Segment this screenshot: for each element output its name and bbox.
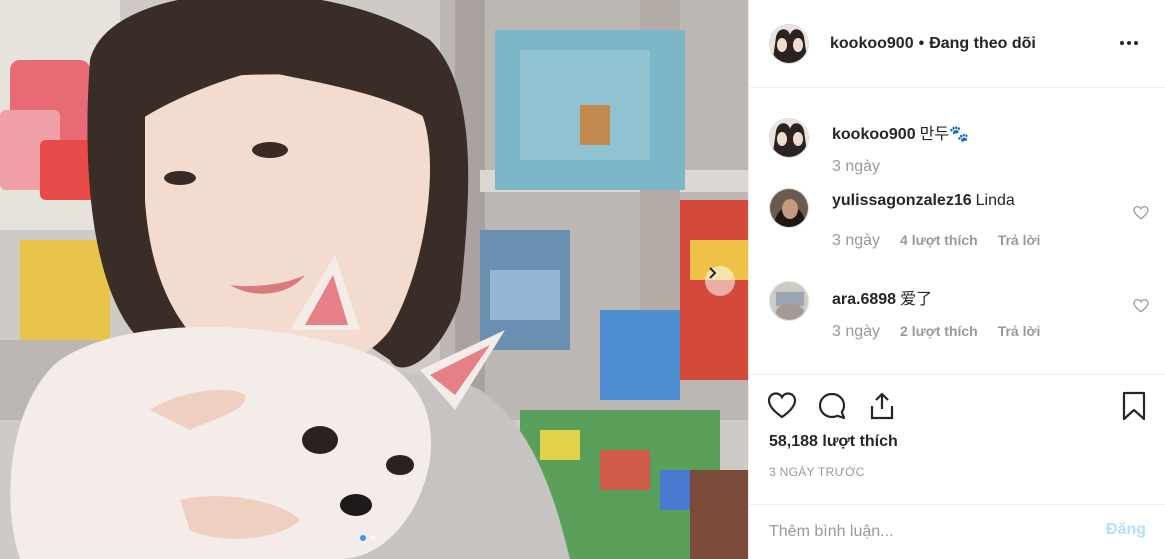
- comment-meta: 3 ngày: [832, 158, 880, 176]
- share-icon[interactable]: [867, 391, 897, 421]
- comment-text: 만두🐾: [919, 126, 969, 143]
- comment-line: yulissagonzalez16 Linda: [832, 192, 1015, 210]
- comment-username-link[interactable]: yulissagonzalez16: [832, 192, 972, 209]
- avatar[interactable]: [769, 23, 809, 64]
- comment-meta: 3 ngày 4 lượt thích Trả lời: [832, 232, 1040, 250]
- comment-age[interactable]: 3 ngày: [832, 232, 880, 250]
- carousel-dot-active: [360, 535, 366, 541]
- header-username-link[interactable]: kookoo900: [830, 35, 914, 53]
- post-comment-button[interactable]: Đăng: [1106, 521, 1146, 539]
- post-timestamp[interactable]: 3 NGÀY TRƯỚC: [769, 465, 865, 479]
- chevron-right-icon: [709, 267, 717, 279]
- profile-picture: [770, 189, 808, 227]
- post-photo[interactable]: [0, 0, 748, 559]
- reply-button[interactable]: Trả lời: [998, 232, 1041, 248]
- comment-like-heart-icon[interactable]: [1133, 299, 1149, 313]
- comments-list[interactable]: kookoo900 만두🐾 3 ngày yulissagonzalez16 Lin…: [749, 88, 1165, 374]
- profile-picture: [770, 282, 808, 320]
- post-actions: 58,188 lượt thích 3 NGÀY TRƯỚC: [749, 374, 1165, 504]
- avatar[interactable]: [769, 118, 809, 158]
- comment-meta: 3 ngày 2 lượt thích Trả lời: [832, 323, 1040, 341]
- bookmark-icon[interactable]: [1119, 391, 1149, 421]
- more-dot: [1134, 41, 1138, 45]
- carousel-indicator: [360, 535, 376, 541]
- add-comment-bar: Đăng: [749, 504, 1165, 559]
- profile-picture: [770, 119, 808, 157]
- comment-like-heart-icon[interactable]: [1133, 206, 1149, 220]
- more-options-button[interactable]: [1120, 33, 1144, 53]
- selfie-with-dog-image: [0, 0, 748, 559]
- profile-picture: [770, 24, 808, 63]
- carousel-dot: [370, 535, 376, 541]
- comment-likes-link[interactable]: 4 lượt thích: [900, 232, 978, 248]
- post-likes-count[interactable]: 58,188 lượt thích: [769, 433, 898, 451]
- comment-age[interactable]: 3 ngày: [832, 158, 880, 176]
- avatar[interactable]: [769, 281, 809, 321]
- comment-line: kookoo900 만두🐾: [832, 120, 969, 144]
- comment-likes-link[interactable]: 2 lượt thích: [900, 323, 978, 339]
- reply-button[interactable]: Trả lời: [998, 323, 1041, 339]
- avatar[interactable]: [769, 188, 809, 228]
- post-header: kookoo900 • Đang theo dõi: [749, 0, 1165, 88]
- comment-age[interactable]: 3 ngày: [832, 323, 880, 341]
- comment-username-link[interactable]: kookoo900: [832, 126, 916, 143]
- header-separator: •: [918, 34, 925, 52]
- comment-text: 爱了: [900, 291, 933, 308]
- carousel-next-button[interactable]: [705, 266, 735, 296]
- heart-icon[interactable]: [767, 391, 797, 421]
- following-button[interactable]: Đang theo dõi: [929, 35, 1036, 53]
- post-side-panel: kookoo900 • Đang theo dõi kookoo900만두🐾: [748, 0, 1165, 559]
- comment-username-link[interactable]: ara.6898: [832, 291, 896, 308]
- comment-bubble-icon[interactable]: [817, 391, 847, 421]
- comment-text: Linda: [975, 192, 1015, 209]
- more-dot: [1127, 41, 1131, 45]
- comment-line: ara.6898 爱了: [832, 285, 932, 309]
- comment-input[interactable]: [769, 519, 1069, 545]
- more-horizontal-icon: [1120, 41, 1124, 45]
